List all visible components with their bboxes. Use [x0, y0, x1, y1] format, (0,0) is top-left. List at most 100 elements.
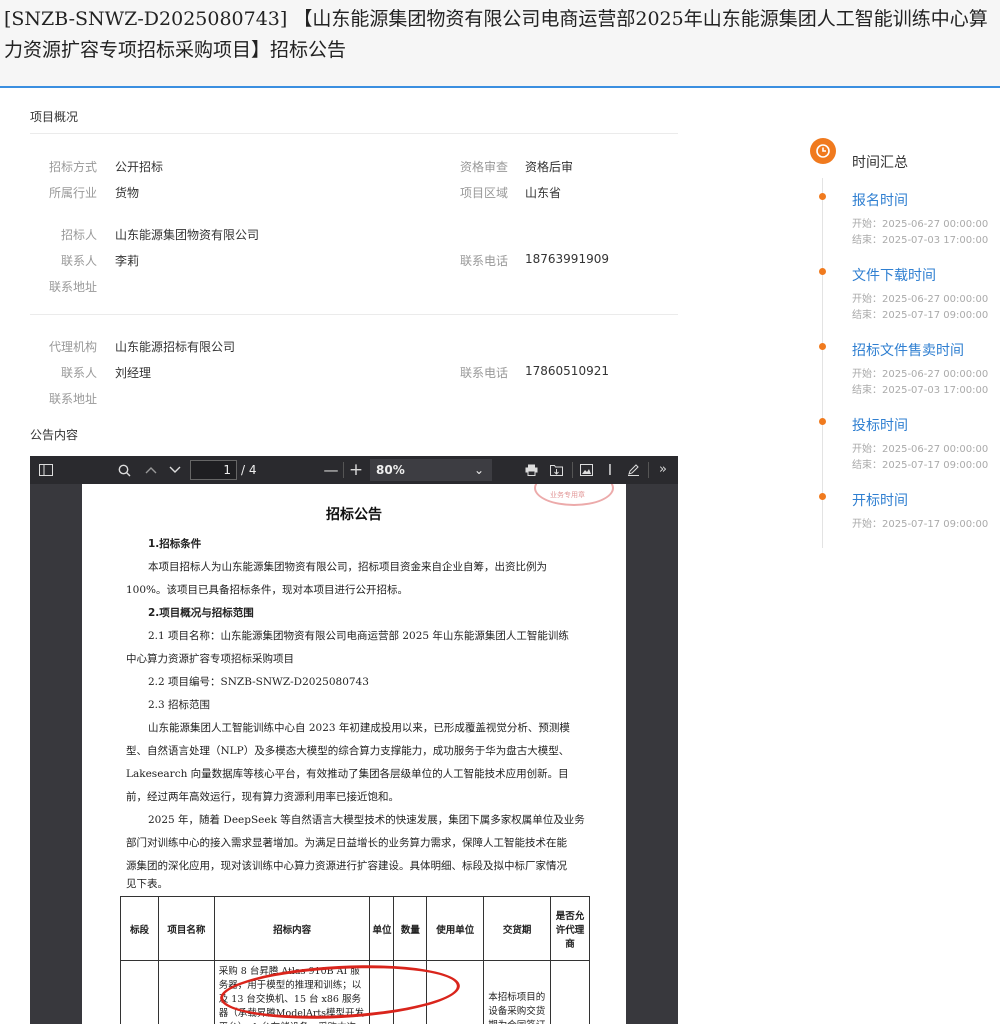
- field-label-agency-address: 联系地址: [48, 392, 97, 406]
- table-header: 使用单位: [426, 896, 485, 961]
- doc-line: 部门对训练中心的接入需求显著增加。为满足日益增长的业务算力需求，保障人工智能技术…: [126, 837, 567, 849]
- field-label-tenderer-phone: 联系电话: [459, 254, 508, 268]
- field-value-qualification: 资格后审: [525, 160, 574, 174]
- field-label-tenderer: 招标人: [60, 228, 97, 242]
- page-total: / 4: [241, 463, 257, 477]
- page-number-input[interactable]: 1: [190, 460, 237, 480]
- divider: [343, 462, 344, 478]
- zoom-in-icon[interactable]: +: [345, 456, 367, 484]
- timeline-end: 结束：2025-07-17 09:00:00: [852, 460, 989, 471]
- timeline-start: 开始：2025-06-27 00:00:00: [852, 369, 989, 380]
- timeline-dot: [819, 268, 826, 275]
- search-icon[interactable]: [112, 456, 136, 484]
- field-label-qualification: 资格审查: [459, 160, 508, 174]
- field-label-tenderer-address: 联系地址: [48, 280, 97, 294]
- pdf-page: 业务专用章 招标公告 1.招标条件 本项目招标人为山东能源集团物资有限公司，招标…: [82, 484, 626, 1024]
- table-header: 项目名称: [157, 896, 215, 961]
- zoom-out-icon[interactable]: —: [320, 456, 342, 484]
- timeline-dot: [819, 343, 826, 350]
- draw-icon[interactable]: [622, 456, 644, 484]
- doc-title: 招标公告: [326, 507, 382, 523]
- field-label-bid-method: 招标方式: [48, 160, 97, 174]
- field-label-agency-phone: 联系电话: [459, 366, 508, 380]
- field-label-industry: 所属行业: [48, 186, 97, 200]
- field-value-agency: 山东能源招标有限公司: [115, 340, 236, 354]
- doc-line: 山东能源集团人工智能训练中心自 2023 年初建成投用以来，已形成覆盖视觉分析、…: [148, 722, 570, 734]
- field-value-industry: 货物: [115, 186, 140, 200]
- timeline-dot: [819, 193, 826, 200]
- content-section-label: 公告内容: [30, 428, 79, 442]
- doc-line: 2.1 项目名称：山东能源集团物资有限公司电商运营部 2025 年山东能源集团人…: [148, 630, 569, 642]
- table-cell: [550, 960, 590, 1024]
- zoom-value: 80%: [376, 463, 405, 477]
- doc-line: 型、自然语言处理（NLP）及多模态大模型的综合算力支撑能力，成功服务于华为盘古大…: [126, 745, 570, 757]
- timeline-start: 开始：2025-07-17 09:00:00: [852, 519, 989, 530]
- field-value-region: 山东省: [525, 186, 562, 200]
- pdf-toolbar: 1 / 4 — + 80% ⌄ I »: [30, 456, 678, 484]
- table-header: 是否允许代理商: [550, 896, 590, 961]
- overview-section-label: 项目概况: [30, 110, 79, 124]
- field-value-bid-method: 公开招标: [115, 160, 164, 174]
- timeline-title: 时间汇总: [852, 155, 908, 171]
- chevron-down-icon: ⌄: [473, 463, 484, 477]
- doc-line: Lakesearch 向量数据库等核心平台，有效推动了集团各层级单位的人工智能技…: [126, 768, 569, 780]
- doc-heading: 1.招标条件: [148, 538, 202, 550]
- timeline-item-opening: 开标时间: [852, 493, 908, 509]
- page-header: [SNZB-SNWZ-D2025080743] 【山东能源集团物资有限公司电商运…: [0, 0, 1000, 88]
- divider: [30, 133, 678, 134]
- next-page-icon[interactable]: [164, 456, 186, 484]
- table-cell: [157, 960, 215, 1024]
- text-cursor-icon[interactable]: I: [599, 456, 621, 484]
- divider: [30, 314, 678, 315]
- field-label-agency-contact: 联系人: [60, 366, 97, 380]
- doc-line: 见下表。: [126, 878, 168, 890]
- sidebar-toggle-icon[interactable]: [34, 456, 58, 484]
- timeline-start: 开始：2025-06-27 00:00:00: [852, 219, 989, 230]
- field-label-tenderer-contact: 联系人: [60, 254, 97, 268]
- print-icon[interactable]: [520, 456, 542, 484]
- page-title: [SNZB-SNWZ-D2025080743] 【山东能源集团物资有限公司电商运…: [4, 8, 988, 61]
- timeline-item-download: 文件下载时间: [852, 268, 936, 284]
- table-header-row: 标段 项目名称 招标内容 单位 数量 使用单位 交货期 是否允许代理商: [120, 896, 590, 961]
- timeline-item-bid: 投标时间: [852, 418, 908, 434]
- divider: [648, 462, 649, 478]
- field-value-agency-contact: 刘经理: [115, 366, 152, 380]
- more-tools-icon[interactable]: »: [652, 456, 674, 484]
- field-value-agency-phone: 17860510921: [525, 364, 609, 378]
- doc-line: 前，经过两年高效运行，现有算力资源利用率已接近饱和。: [126, 791, 399, 803]
- timeline-start: 开始：2025-06-27 00:00:00: [852, 294, 989, 305]
- table-header: 数量: [393, 896, 428, 961]
- stamp-seal: 业务专用章: [534, 484, 614, 506]
- divider: [572, 462, 573, 478]
- table-header: 标段: [120, 896, 159, 961]
- doc-heading: 2.项目概况与招标范围: [148, 607, 254, 619]
- pdf-viewer[interactable]: 1 / 4 — + 80% ⌄ I » 业务专用章 招标公告 1.招标条件 本项…: [30, 456, 678, 1024]
- table-header: 招标内容: [213, 896, 371, 961]
- field-value-tenderer: 山东能源集团物资有限公司: [115, 228, 260, 242]
- timeline-dot: [819, 493, 826, 500]
- timeline-item-sale: 招标文件售卖时间: [852, 343, 964, 359]
- timeline-end: 结束：2025-07-03 17:00:00: [852, 235, 989, 246]
- image-icon[interactable]: [575, 456, 597, 484]
- timeline-item-register: 报名时间: [852, 193, 908, 209]
- field-value-tenderer-phone: 18763991909: [525, 252, 609, 266]
- table-cell-delivery: 本招标项目的设备采购交货期为合同签订后 30: [483, 960, 552, 1024]
- doc-line: 中心算力资源扩容专项招标采购项目: [126, 653, 294, 665]
- timeline-dot: [819, 418, 826, 425]
- doc-line: 100%。该项目已具备招标条件，现对本项目进行公开招标。: [126, 584, 409, 596]
- zoom-select[interactable]: 80% ⌄: [370, 459, 492, 481]
- prev-page-icon[interactable]: [140, 456, 162, 484]
- doc-line: 本项目招标人为山东能源集团物资有限公司，招标项目资金来自企业自筹，出资比例为: [148, 561, 547, 573]
- field-label-agency: 代理机构: [48, 340, 97, 354]
- table-header: 交货期: [483, 896, 552, 961]
- stamp-text: 业务专用章: [550, 491, 585, 499]
- table-header: 单位: [369, 896, 395, 961]
- save-icon[interactable]: [545, 456, 567, 484]
- doc-line: 源集团的深化应用，现对该训练中心算力资源进行扩容建设。具体明细、标段及拟中标厂家…: [126, 860, 567, 872]
- table-cell: [120, 960, 159, 1024]
- field-label-region: 项目区域: [459, 186, 508, 200]
- timeline-end: 结束：2025-07-17 09:00:00: [852, 310, 989, 321]
- field-value-tenderer-contact: 李莉: [115, 254, 140, 268]
- doc-line: 2.3 招标范围: [148, 699, 211, 711]
- timeline-start: 开始：2025-06-27 00:00:00: [852, 444, 989, 455]
